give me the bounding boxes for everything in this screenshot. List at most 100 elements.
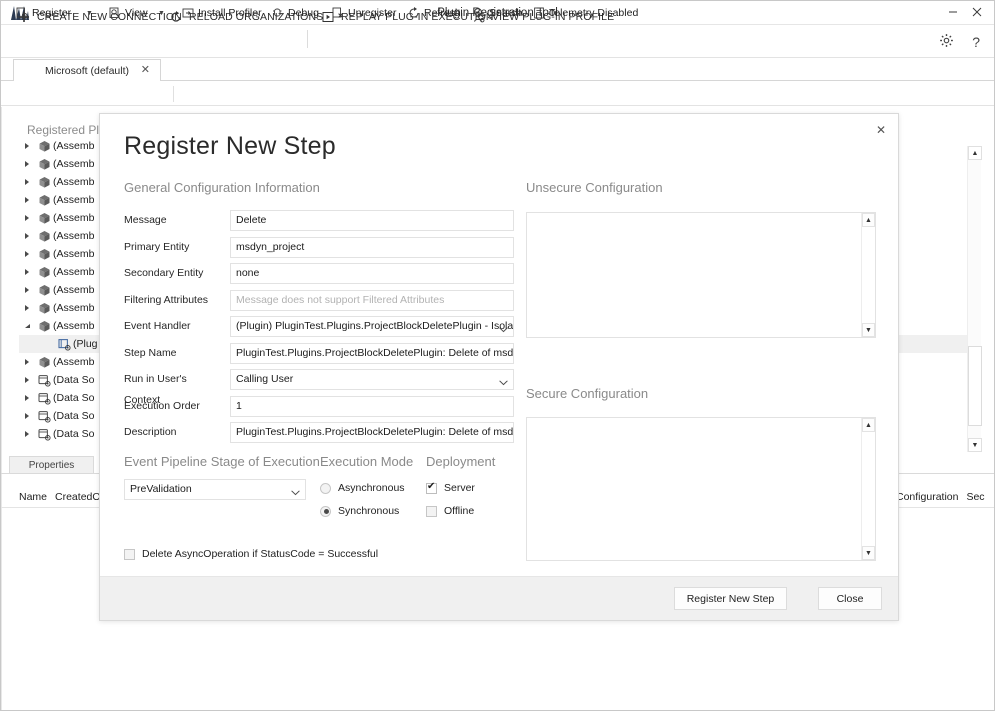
refresh-button[interactable]: Refresh xyxy=(407,1,461,25)
unregister-button[interactable]: Unregister xyxy=(331,1,396,25)
dialog-close-icon[interactable]: ✕ xyxy=(870,120,892,140)
tree-expand-icon[interactable] xyxy=(19,250,35,258)
scroll-up-arrow-icon[interactable]: ▲ xyxy=(968,146,982,160)
tree-expand-icon[interactable] xyxy=(19,412,35,420)
execution-mode-synchronous-label: Synchronous xyxy=(338,505,400,517)
tab-microsoft-default[interactable]: Microsoft (default) ✕ xyxy=(13,59,161,81)
checkbox-offline-icon[interactable] xyxy=(426,505,437,517)
column-header-createdon[interactable]: CreatedO xyxy=(55,491,101,503)
deployment-server-option[interactable]: Server xyxy=(426,481,475,494)
secure-configuration-textarea[interactable]: ▲ ▼ xyxy=(526,417,876,561)
search-button[interactable]: Search xyxy=(472,1,522,25)
help-icon: ? xyxy=(972,34,980,50)
tree-expand-icon[interactable] xyxy=(19,196,35,204)
deployment-offline-option[interactable]: Offline xyxy=(426,505,474,517)
scroll-up-arrow-icon[interactable]: ▲ xyxy=(862,418,875,432)
execution-mode-synchronous-option[interactable]: Synchronous xyxy=(320,505,399,517)
tab-close-icon[interactable]: ✕ xyxy=(141,63,150,76)
field-label: Secondary Entity xyxy=(124,267,204,279)
tree-expand-icon[interactable] xyxy=(19,286,35,294)
datasource-icon xyxy=(35,374,53,387)
field-input[interactable]: PluginTest.Plugins.ProjectBlockDeletePlu… xyxy=(230,422,514,443)
scroll-down-arrow-icon[interactable]: ▼ xyxy=(862,546,875,560)
checkbox-server-icon[interactable] xyxy=(426,481,437,494)
tree-expand-icon[interactable] xyxy=(19,358,35,366)
chevron-down-icon: ▼ xyxy=(158,9,165,17)
field-input[interactable]: msdyn_project xyxy=(230,236,514,258)
datasource-icon xyxy=(35,392,53,405)
connection-tab-strip: Microsoft (default) ✕ xyxy=(1,59,994,81)
close-window-button[interactable] xyxy=(964,1,990,25)
tree-collapse-icon[interactable] xyxy=(19,322,35,330)
radio-synchronous-icon[interactable] xyxy=(320,505,331,517)
tree-expand-icon[interactable] xyxy=(19,214,35,222)
tree-item-label: (Data So xyxy=(53,392,95,404)
tree-item-label: (Assemb xyxy=(53,302,95,314)
help-button[interactable]: ? xyxy=(972,26,980,58)
execution-mode-asynchronous-option[interactable]: Asynchronous xyxy=(320,482,405,494)
unsecure-configuration-textarea[interactable]: ▲ ▼ xyxy=(526,212,876,338)
tree-expand-icon[interactable] xyxy=(19,430,35,438)
field-input[interactable]: Delete xyxy=(230,210,514,231)
event-pipeline-stage-select[interactable]: PreValidation xyxy=(124,479,306,500)
settings-button[interactable] xyxy=(939,26,954,58)
scroll-down-arrow-icon[interactable]: ▼ xyxy=(862,323,875,337)
tree-expand-icon[interactable] xyxy=(19,268,35,276)
view-icon xyxy=(108,7,121,20)
tree-expand-icon[interactable] xyxy=(19,376,35,384)
delete-asyncoperation-option[interactable]: Delete AsyncOperation if StatusCode = Su… xyxy=(124,548,378,560)
view-dropdown-button[interactable]: ▼ xyxy=(158,1,165,25)
unsecure-configuration-scrollbar[interactable]: ▲ ▼ xyxy=(861,213,875,337)
checkbox-delete-asyncoperation-icon[interactable] xyxy=(124,548,135,560)
toolbar-separator xyxy=(173,86,174,102)
close-dialog-button[interactable]: Close xyxy=(818,587,882,610)
field-row: Filtering Attributes Message does not sup… xyxy=(124,289,534,311)
tree-item-label: (Assemb xyxy=(53,230,95,242)
search-icon xyxy=(472,7,485,20)
install-profiler-button[interactable]: Install Profiler xyxy=(181,1,262,25)
assembly-icon xyxy=(35,356,53,369)
tree-expand-icon[interactable] xyxy=(19,394,35,402)
scroll-up-arrow-icon[interactable]: ▲ xyxy=(862,213,875,227)
field-label: Description xyxy=(124,426,177,438)
properties-tab-label: Properties xyxy=(28,460,75,471)
field-row: Description PluginTest.Plugins.ProjectBlo… xyxy=(124,422,534,443)
field-input[interactable]: none xyxy=(230,263,514,284)
column-header-configuration[interactable]: Configuration xyxy=(896,491,958,503)
properties-grid-header-right: Configuration Sec xyxy=(896,488,985,506)
field-input[interactable]: (Plugin) PluginTest.Plugins.ProjectBlock… xyxy=(230,316,514,337)
scrollbar-thumb[interactable] xyxy=(968,346,982,426)
tree-expand-icon[interactable] xyxy=(19,178,35,186)
debug-button[interactable]: Debug xyxy=(271,1,319,25)
field-input[interactable]: 1 xyxy=(230,395,514,417)
field-label: Filtering Attributes xyxy=(124,293,209,306)
scroll-down-arrow-icon[interactable]: ▼ xyxy=(968,438,982,452)
field-row: Execution Order 1 xyxy=(124,395,534,417)
secure-configuration-scrollbar[interactable]: ▲ ▼ xyxy=(861,418,875,560)
properties-tab[interactable]: Properties xyxy=(9,456,94,474)
register-dropdown-button[interactable]: ▼ xyxy=(86,1,93,25)
tree-item-label: (Assemb xyxy=(53,248,95,260)
view-button[interactable]: View xyxy=(108,1,148,25)
assembly-icon xyxy=(35,194,53,207)
tree-expand-icon[interactable] xyxy=(19,232,35,240)
field-input[interactable]: Calling User xyxy=(230,369,514,390)
field-input[interactable]: Message does not support Filtered Attrib… xyxy=(230,289,514,311)
column-header-name[interactable]: Name xyxy=(19,491,47,503)
tree-expand-icon[interactable] xyxy=(19,160,35,168)
assembly-icon xyxy=(35,266,53,279)
minimize-button[interactable] xyxy=(940,1,966,25)
register-button[interactable]: Register xyxy=(15,1,71,25)
register-new-step-button[interactable]: Register New Step xyxy=(674,587,787,610)
field-label: Step Name xyxy=(124,346,177,359)
delete-asyncoperation-label: Delete AsyncOperation if StatusCode = Su… xyxy=(142,548,379,560)
tree-item-label: (Assemb xyxy=(53,158,95,170)
telemetry-button[interactable]: Telemetry Disabled xyxy=(532,1,638,25)
left-pane-edge xyxy=(1,107,2,710)
main-list-scrollbar[interactable]: ▲ ▼ xyxy=(967,146,982,452)
column-header-secure[interactable]: Sec xyxy=(966,491,984,503)
tree-expand-icon[interactable] xyxy=(19,142,35,150)
field-input[interactable]: PluginTest.Plugins.ProjectBlockDeletePlu… xyxy=(230,342,514,364)
tree-expand-icon[interactable] xyxy=(19,304,35,312)
radio-asynchronous-icon[interactable] xyxy=(320,482,331,494)
